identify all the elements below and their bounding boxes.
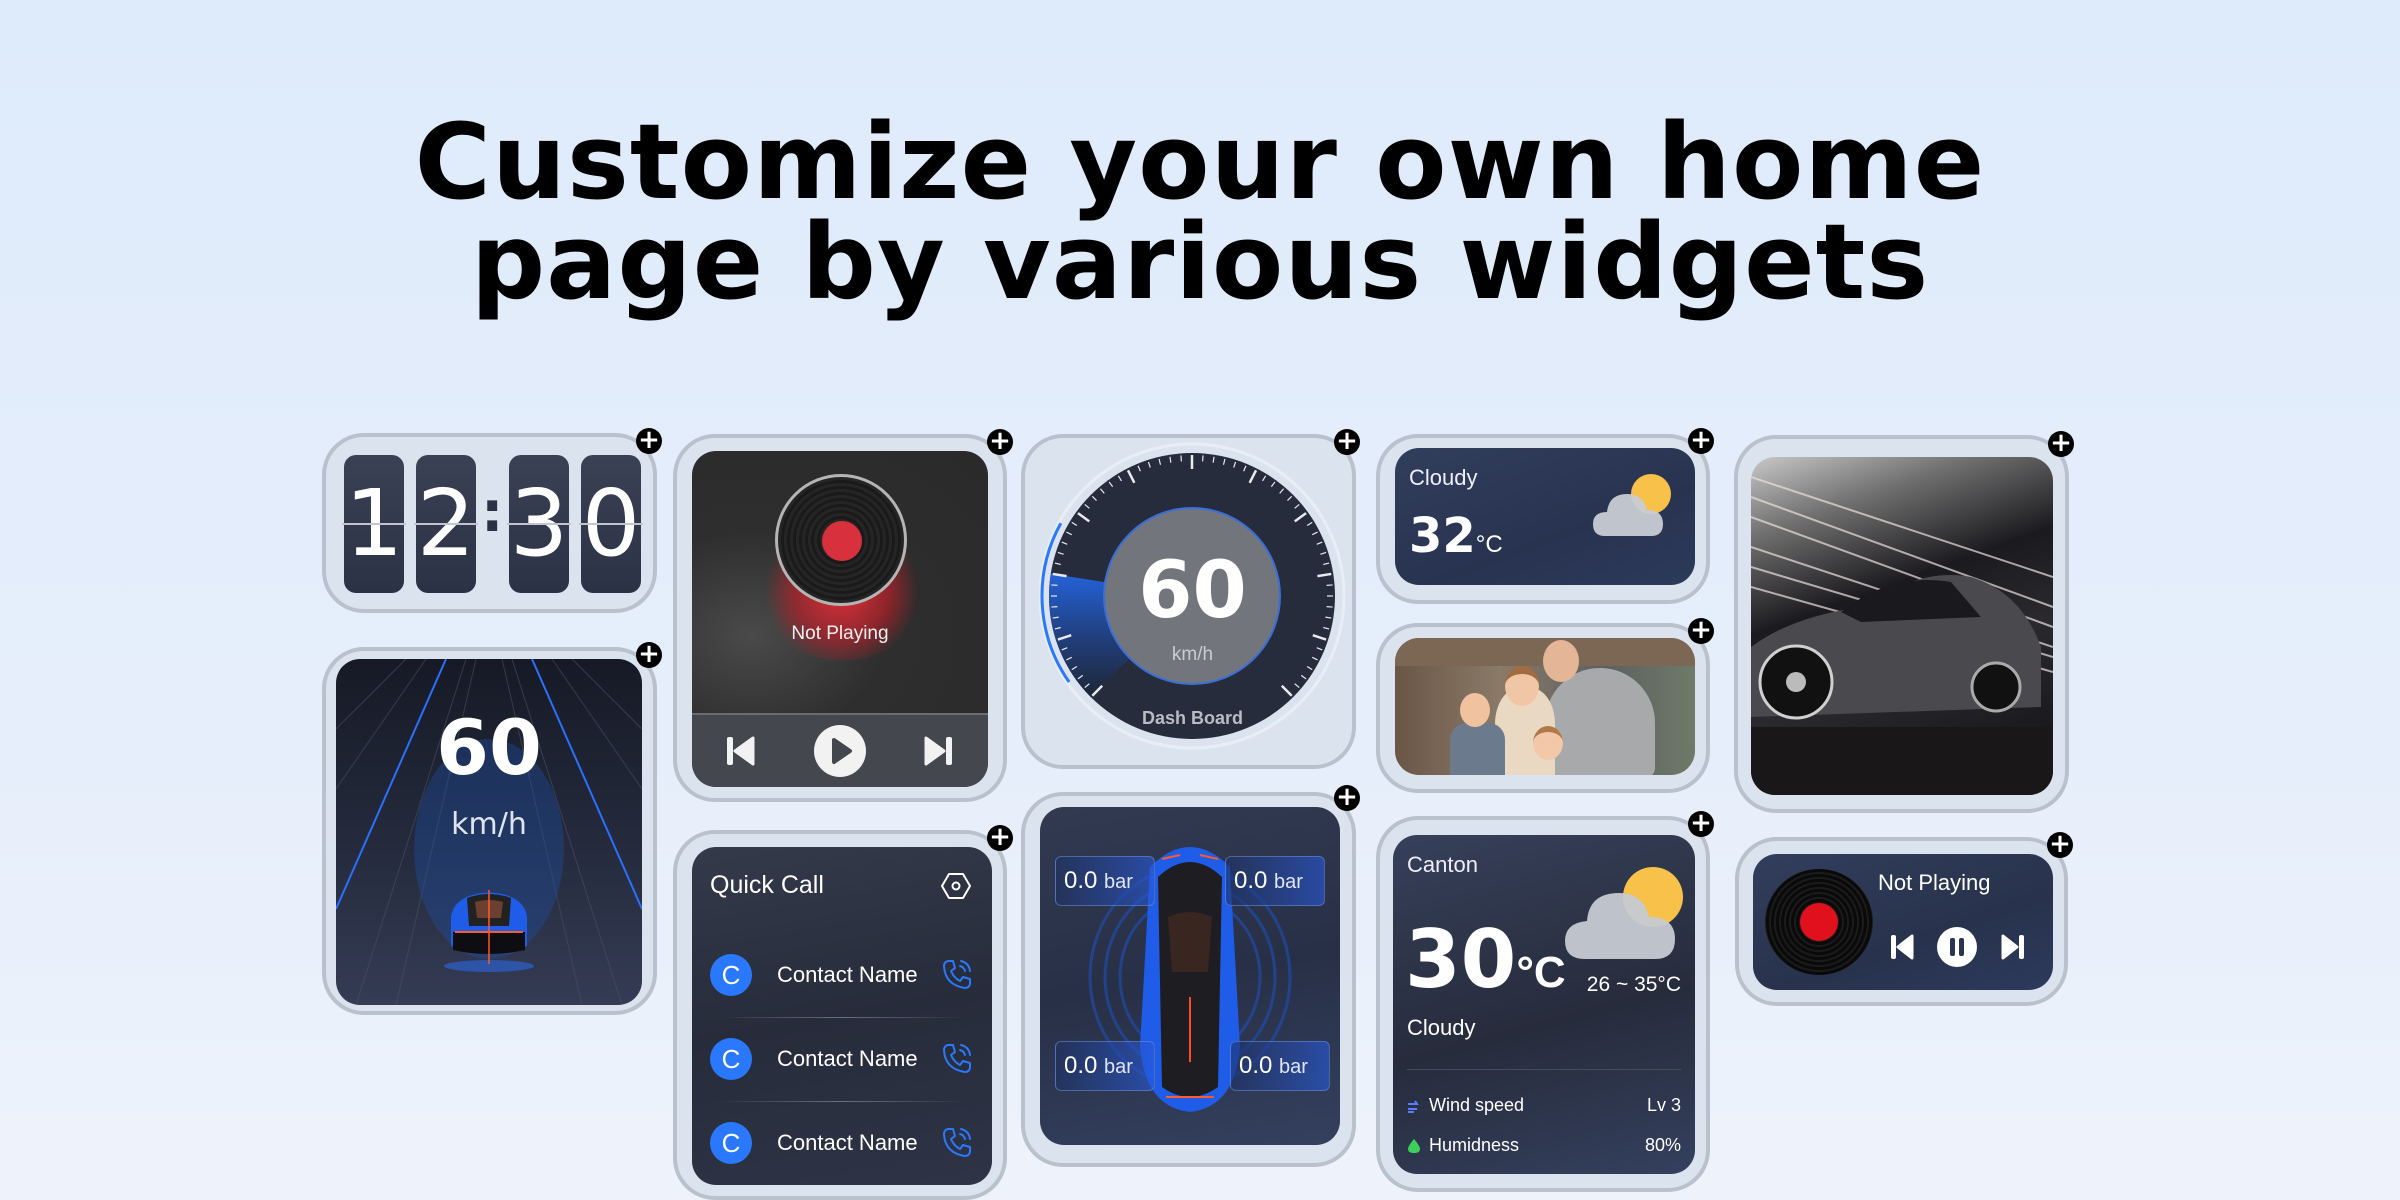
clock-digit-minute-ones: 0 [579,455,643,593]
person-man [1545,668,1655,775]
contact-row[interactable]: C Contact Name [692,1017,992,1101]
add-dashboard-widget-button[interactable]: + [1334,428,1360,455]
add-tire-widget-button[interactable]: + [1334,784,1360,811]
light-streaks [1751,476,2053,795]
contact-name: Contact Name [777,1130,918,1155]
weather-detail-wind: Wind speed Lv 3 [1407,1095,1681,1121]
mini-music-status: Not Playing [1878,870,1991,895]
weather-large-condition: Cloudy [1407,1015,1476,1040]
next-track-icon[interactable] [924,735,954,767]
car-photo-widget[interactable] [1734,435,2069,813]
person-man-head [1543,640,1579,682]
add-quick-call-widget-button[interactable]: + [987,824,1013,851]
person-boy-head [1460,693,1490,727]
vinyl-record-icon [775,474,907,606]
dashboard-speed-value: 60 [1138,546,1247,636]
weather-detail-humidity: Humidness 80% [1407,1135,1681,1161]
clock-digit-hour-tens: 1 [342,455,406,593]
contact-name: Contact Name [777,1046,918,1071]
weather-range: 26 ~ 35°C [1586,973,1681,996]
play-button-icon[interactable] [813,724,867,778]
person-woman-head [1505,666,1539,706]
speed-widget[interactable]: 60 km/h [322,647,657,1015]
tire-rear-left: 0.0 bar [1055,1041,1155,1091]
contact-name: Contact Name [777,962,918,987]
contact-avatar: C [710,954,752,996]
mini-next-icon[interactable] [2001,934,2025,960]
weather-large-temp: 30°C [1405,913,1566,1006]
partly-cloudy-large-icon [1565,867,1683,959]
contact-row[interactable]: C Contact Name [692,933,992,1017]
quick-call-title: Quick Call [710,871,824,899]
weather-city: Canton [1407,852,1478,877]
family-photo[interactable] [1395,638,1695,775]
sports-car-photo[interactable] [1751,457,2053,795]
mini-pause-icon[interactable] [1936,926,1978,968]
speed-card: 60 km/h [336,659,642,1005]
tire-front-right: 0.0 bar [1225,856,1325,906]
contact-avatar: C [710,1038,752,1080]
dashboard-label: Dash Board [1141,708,1244,728]
dashboard-speed-unit: km/h [1171,644,1214,665]
music-controls-bar [692,713,988,787]
partly-cloudy-icon [1593,474,1671,536]
quick-call-card: Quick Call C Contact Name C Contact Name… [692,847,992,1185]
mini-music-card: Not Playing [1753,854,2053,990]
clock-digit-hour-ones: 2 [414,455,478,593]
call-phone-icon[interactable] [940,1125,974,1159]
humidity-icon [1408,1139,1420,1153]
clock-widget[interactable]: 1 2 : 3 0 [322,433,657,613]
quick-call-widget[interactable]: Quick Call C Contact Name C Contact Name… [673,830,1007,1200]
person-girl-head [1533,726,1563,760]
car-rear-icon [444,890,534,972]
add-mini-music-widget-button[interactable]: + [2047,831,2073,858]
mini-previous-icon[interactable] [1890,934,1914,960]
add-speed-widget-button[interactable]: + [636,641,662,668]
call-phone-icon[interactable] [940,957,974,991]
add-music-widget-button[interactable]: + [987,428,1013,455]
contact-avatar: C [710,1122,752,1164]
tire-rear-right: 0.0 bar [1230,1041,1330,1091]
tire-pressure-widget[interactable]: 0.0 bar 0.0 bar 0.0 bar 0.0 bar [1021,792,1356,1167]
music-status: Not Playing [791,623,889,644]
add-weather-small-widget-button[interactable]: + [1688,427,1714,454]
mini-music-widget[interactable]: Not Playing [1735,837,2068,1006]
call-phone-icon[interactable] [940,1041,974,1075]
speed-value: 60 [436,703,542,792]
music-player-widget[interactable]: Not Playing [673,434,1007,802]
weather-small-card: Cloudy 32°C [1395,448,1695,585]
page-headline: Customize your own home page by various … [0,101,2400,323]
headline-line-1: Customize your own home [414,101,1986,223]
add-photo-widget-button[interactable]: + [1688,617,1714,644]
tire-pressure-card: 0.0 bar 0.0 bar 0.0 bar 0.0 bar [1040,807,1340,1145]
photo-widget[interactable] [1376,623,1710,793]
dashboard-widget[interactable]: 60 km/h Dash Board [1021,434,1356,769]
speed-unit: km/h [451,807,527,842]
previous-track-icon[interactable] [725,735,755,767]
tire-front-left: 0.0 bar [1055,856,1155,906]
clock-separator: : [481,480,504,545]
weather-divider [1407,1069,1681,1070]
weather-large-widget[interactable]: Canton 30°C 26 ~ 35°C Cloudy Wind speed … [1376,816,1710,1192]
mini-vinyl-record-icon [1765,869,1873,975]
add-clock-widget-button[interactable]: + [636,427,662,454]
clock-digit-minute-tens: 3 [507,455,571,593]
contact-row[interactable]: C Contact Name [692,1101,992,1185]
music-player-card: Not Playing [692,451,988,787]
person-boy [1450,723,1505,775]
headline-line-2: page by various widgets [470,201,1930,323]
wind-icon [1408,1100,1419,1113]
weather-small-temp: 32°C [1409,508,1503,564]
weather-small-condition: Cloudy [1409,465,1478,490]
add-car-photo-widget-button[interactable]: + [2048,430,2074,457]
add-weather-large-widget-button[interactable]: + [1688,810,1714,837]
hexagon-settings-icon[interactable] [940,871,972,901]
weather-large-card: Canton 30°C 26 ~ 35°C Cloudy Wind speed … [1393,835,1695,1174]
weather-small-widget[interactable]: Cloudy 32°C [1376,434,1710,604]
